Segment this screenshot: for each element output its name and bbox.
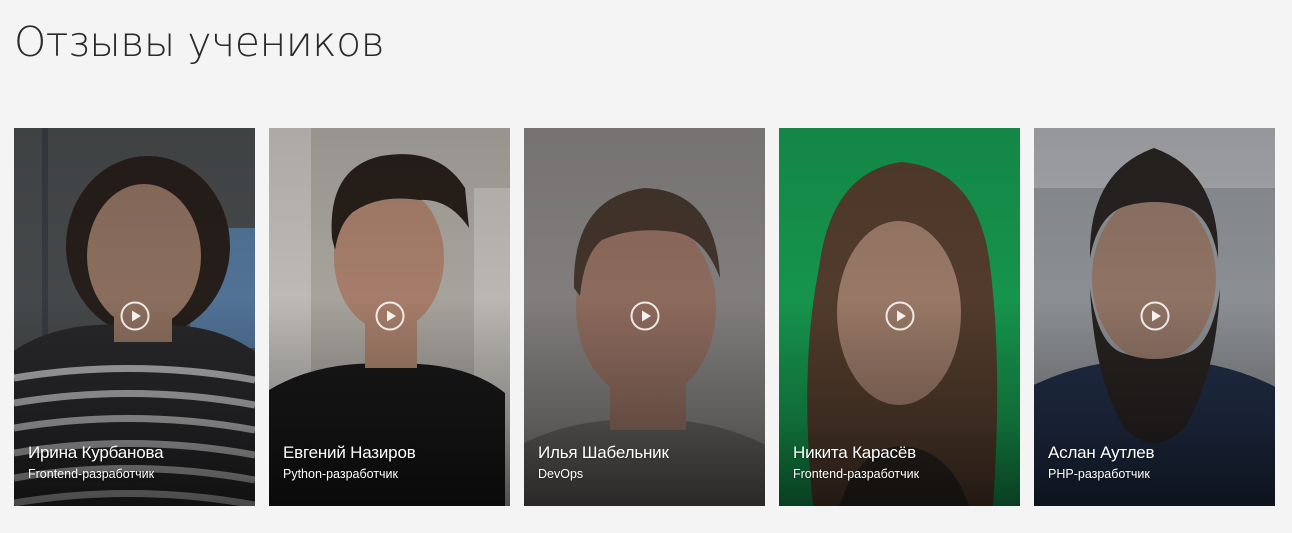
face-shape [1092, 194, 1216, 362]
reviews-list: Ирина Курбанова Frontend-разработчик Евг… [14, 128, 1275, 506]
review-card[interactable]: Аслан Аутлев PHP-разработчик [1034, 128, 1275, 506]
play-icon[interactable] [120, 301, 150, 331]
review-card[interactable]: Ирина Курбанова Frontend-разработчик [14, 128, 255, 506]
section-title: Отзывы учеников [14, 18, 385, 66]
play-icon[interactable] [630, 301, 660, 331]
shoulders-shape [269, 363, 505, 506]
play-icon[interactable] [885, 301, 915, 331]
review-card[interactable]: Илья Шабельник DevOps [524, 128, 765, 506]
student-role: Frontend-разработчик [793, 467, 920, 481]
review-caption: Ирина Курбанова Frontend-разработчик [28, 442, 245, 482]
review-card[interactable]: Евгений Назиров Python-разработчик [269, 128, 510, 506]
review-card[interactable]: Никита Карасёв Frontend-разработчик [779, 128, 1020, 506]
student-role: Python-разработчик [283, 467, 399, 481]
student-role: DevOps [538, 467, 584, 481]
review-caption: Илья Шабельник DevOps [538, 442, 755, 482]
student-role: PHP-разработчик [1048, 467, 1150, 481]
student-name: Никита Карасёв [793, 443, 916, 462]
student-name: Аслан Аутлев [1048, 443, 1155, 462]
play-icon[interactable] [1140, 301, 1170, 331]
student-name: Ирина Курбанова [28, 443, 164, 462]
review-caption: Евгений Назиров Python-разработчик [283, 442, 500, 482]
review-caption: Аслан Аутлев PHP-разработчик [1048, 442, 1265, 482]
review-caption: Никита Карасёв Frontend-разработчик [793, 442, 1010, 482]
student-role: Frontend-разработчик [28, 467, 155, 481]
play-icon[interactable] [375, 301, 405, 331]
student-name: Евгений Назиров [283, 443, 416, 462]
student-name: Илья Шабельник [538, 443, 669, 462]
